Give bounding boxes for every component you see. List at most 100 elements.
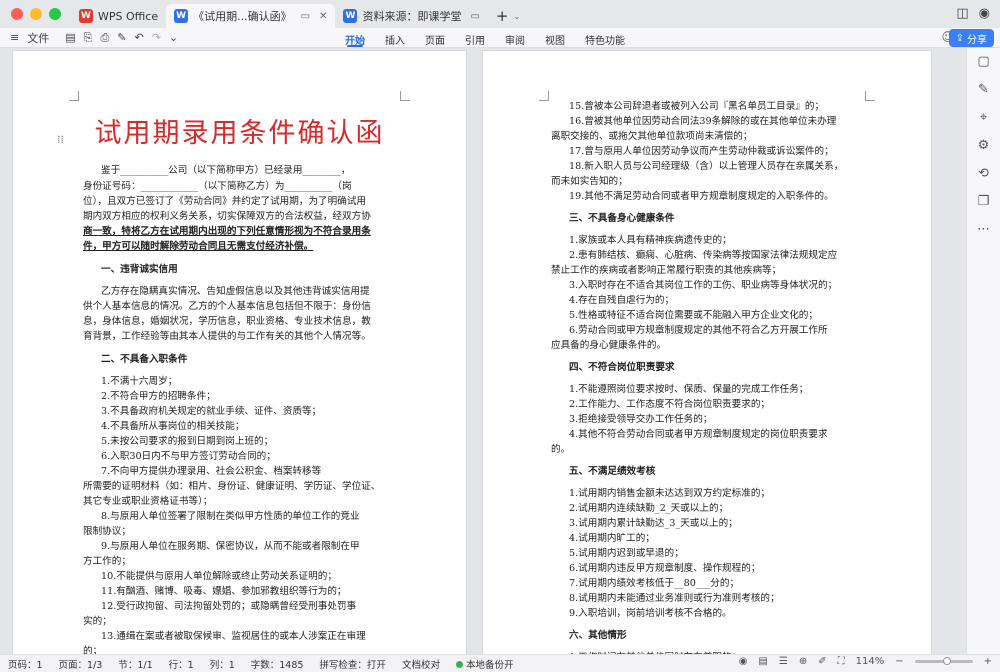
tab-reference[interactable]: 引用 [455,28,495,48]
titlebar-right: ◫ ◉ [956,6,990,21]
pen-icon[interactable]: ✎ [978,82,989,97]
paragraph-line: 12.受行政拘留、司法拘留处罚的；或隐瞒曾经受刑事处罚事 [101,601,357,612]
page-1[interactable]: ⁞⁞ 试用期录用条件确认函 鉴于__________公司（以下简称甲方）已经录用… [12,50,467,654]
document-canvas[interactable]: ⁞⁞ 试用期录用条件确认函 鉴于__________公司（以下简称甲方）已经录用… [0,48,966,654]
local-backup[interactable]: 本地备份开 [448,657,522,671]
close-window-button[interactable] [11,8,23,20]
paragraph-line: 3.拒绝接受领导交办工作任务的； [569,414,713,425]
screen-icon[interactable]: ▭ [470,11,479,22]
paragraph-line: 1.不能遵照岗位要求按时、保质、保量的完成工作任务； [569,384,809,395]
hamburger-icon[interactable]: ≡ [6,31,23,44]
chevron-down-icon[interactable]: ⌄ [165,31,182,44]
share-label: 分享 [967,34,987,46]
close-tab-icon[interactable]: ✕ [319,11,327,22]
section-heading: 一、违背诚实信用 [101,264,178,275]
select-icon[interactable]: ⌖ [980,110,987,125]
tab-label: WPS Office [98,9,159,23]
tab-insert[interactable]: 插入 [375,28,415,48]
paragraph-line: 的。 [551,444,571,455]
paragraph-line: 7.试用期内绩效考核低于__80___分的； [569,578,740,589]
page-view-icon[interactable]: ▤ [758,656,767,667]
status-right: ◉ ▤ ☰ ⊕ ✐ ⛶ 114% − + [739,656,992,667]
more-icon[interactable]: ⋯ [977,222,990,237]
tab-label: 资料来源：即课学堂 [362,10,462,23]
page-number: 页码：1 [8,659,43,671]
screen-icon[interactable]: ▭ [301,11,310,22]
fit-icon[interactable]: ⛶ [838,656,845,667]
history-icon[interactable]: ⟲ [978,166,989,181]
minimize-window-button[interactable] [30,8,42,20]
plus-icon: + [495,7,509,25]
word-count[interactable]: 字数：1485 [243,657,312,671]
tab-view[interactable]: 视图 [535,28,575,48]
section-heading: 四、不符合岗位职责要求 [569,362,675,373]
paragraph-line: 6.入职30日内不与甲方签订劳动合同的； [101,451,276,462]
proofread[interactable]: 文档校对 [394,657,448,671]
panel-toggle-icon[interactable]: ▢ [977,54,989,69]
paragraph-line: 2.工作能力、工作态度不符合岗位职责要求的； [569,399,771,410]
tab-resource[interactable]: W 资料来源：即课学堂 ▭ [335,4,487,28]
page-count[interactable]: 页面：1/3 [51,657,111,671]
paragraph-line: 11.有酗酒、赌博、吸毒、嫖娼、参加邪教组织等行为的； [101,586,347,597]
copy-icon[interactable]: ❐ [978,194,990,209]
paragraph-line: 9.与原用人单位在服务期、保密协议，从而不能或者限制在甲 [101,541,360,552]
paragraph-line: 供个人基本信息的情况。乙方的个人基本信息包括但不限于：身份信 [83,301,371,312]
pen-view-icon[interactable]: ✐ [818,656,826,667]
paragraph-line: 应具备的身心健康条件的。 [551,340,667,351]
paragraph-line: 乙方存在隐瞒真实情况、告知虚假信息以及其他违背诚实信用提 [101,286,370,297]
redo-icon[interactable]: ↷ [148,31,165,44]
section-heading: 三、不具备身心健康条件 [569,213,675,224]
zoom-out-icon[interactable]: − [895,656,903,667]
tab-label: 《试用期...确认函》 [193,10,292,23]
new-tab-button[interactable]: + ⌄ [488,4,528,28]
paragraph-line: 17.曾与原用人单位因劳动争议而产生劳动仲裁或诉讼案件的； [569,146,834,157]
outline-view-icon[interactable]: ☰ [779,656,788,667]
format-painter-icon[interactable]: ✎ [113,31,130,44]
eye-icon[interactable]: ◉ [739,656,748,667]
tab-features[interactable]: 特色功能 [575,28,635,48]
share-button[interactable]: ⇪ 分享 [948,29,994,47]
web-view-icon[interactable]: ⊕ [799,656,807,667]
paragraph-line: 1.家族或本人具有精神疾病遗传史的； [569,235,732,246]
paragraph-line: 2.不符合甲方的招聘条件； [101,391,216,402]
paragraph-line: 4.试用期内旷工的； [569,533,655,544]
export-icon[interactable]: ⎘ [80,31,97,45]
avatar[interactable]: ◉ [979,6,990,21]
sidebar-toggle-icon[interactable]: ◫ [956,6,968,21]
tab-review[interactable]: 审阅 [495,28,535,48]
paragraph-line: 离职交接的、或拖欠其他单位款项尚未清偿的； [551,131,753,142]
page-2[interactable]: 15.曾被本公司辞退者或被列入公司『黑名单员工目录』的； 16.曾被其他单位因劳动… [482,50,932,654]
file-menu[interactable]: 文件 [23,30,53,46]
print-icon[interactable]: ⎙ [96,31,113,45]
zoom-slider-handle[interactable] [942,657,951,665]
maximize-window-button[interactable] [49,8,61,20]
paragraph-line: 限制协议； [83,526,131,537]
paragraph-line: 商一致，特将乙方在试用期内出现的下列任意情形视为不符合录用条 [83,226,371,237]
tab-wps-home[interactable]: W WPS Office [71,4,166,28]
paragraph-line: 10.不能提供与原用人单位解除或终止劳动关系证明的； [101,571,337,582]
paragraph-line: 所需要的证明材料（如：相片、身份证、健康证明、学历证、学位证、 [83,481,381,492]
paragraph-line: 7.不向甲方提供办理录用、社会公积金、档案转移等 [101,466,322,477]
zoom-slider[interactable] [914,657,973,665]
paragraph-line: 4.不具备所从事岗位的相关技能； [101,421,245,432]
window-controls [11,8,61,20]
paragraph-line: 4.存在自残自虐行为的； [569,295,675,306]
undo-icon[interactable]: ↶ [130,31,147,44]
settings-icon[interactable]: ⚙ [978,138,990,153]
save-icon[interactable]: ▤ [61,31,79,44]
zoom-in-icon[interactable]: + [984,656,992,667]
paragraph-line: 2.患有肺结核、癫痫、心脏病、传染病等按国家法律法规规定应 [569,250,838,261]
paragraph-line: 身份证号码：____________（以下简称乙方）为__________（岗 [83,181,352,192]
spell-check[interactable]: 拼写检查：打开 [311,657,394,671]
paragraph-line: 息，身体信息，婚姻状况，学历信息，职业资格、专业技术信息，教 [83,316,371,327]
paragraph-line: 1.试用期内销售金额未达达到双方约定标准的； [569,488,771,499]
tab-page[interactable]: 页面 [415,28,455,48]
document-title: 试用期录用条件确认函 [94,118,385,149]
tab-home[interactable]: 开始 [335,28,375,48]
title-bar: W WPS Office W 《试用期...确认函》 ▭ ✕ W 资料来源：即课… [0,0,1000,28]
margin-mark [865,91,875,101]
paragraph-line: 6.劳动合同或甲方规章制度规定的其他不符合乙方开展工作所 [569,325,828,336]
backup-status-icon [455,660,463,668]
zoom-level[interactable]: 114% [856,656,885,667]
tab-document[interactable]: W 《试用期...确认函》 ▭ ✕ [166,4,336,28]
